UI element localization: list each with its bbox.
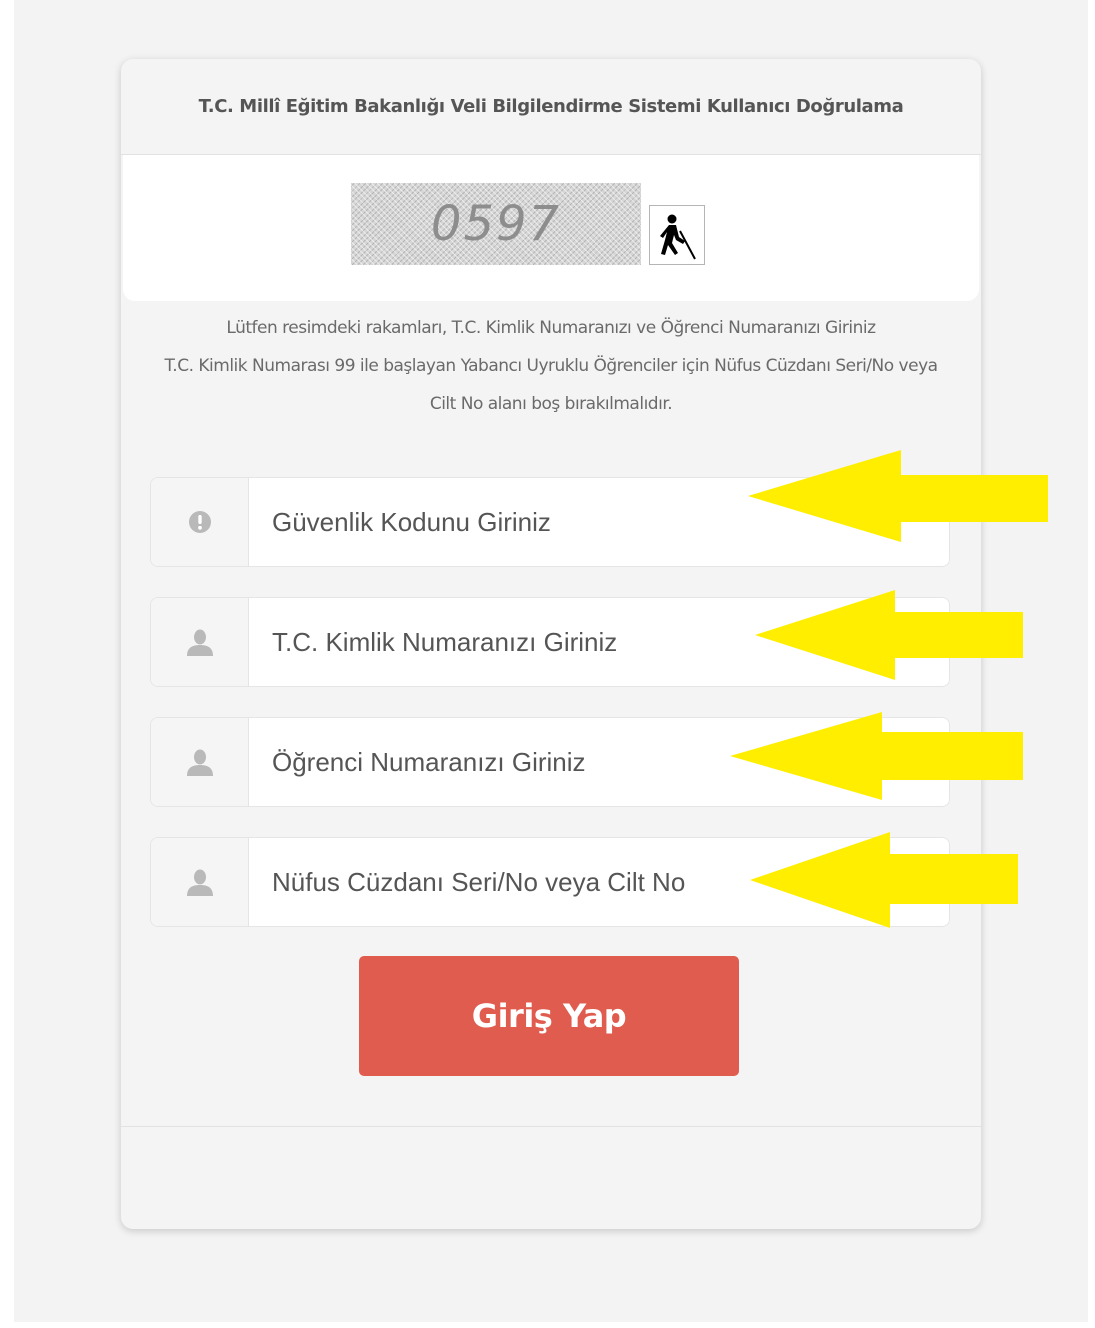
captcha-panel: 0597 — [123, 155, 979, 301]
left-arrow-icon — [748, 450, 1048, 542]
login-button[interactable]: Giriş Yap — [359, 956, 739, 1076]
user-icon — [151, 718, 249, 806]
user-icon — [151, 598, 249, 686]
exclamation-circle-icon — [151, 478, 249, 566]
page-title: T.C. Millî Eğitim Bakanlığı Veli Bilgile… — [121, 59, 981, 155]
instructions-line-2: T.C. Kimlik Numarası 99 ile başlayan Yab… — [164, 356, 938, 414]
user-icon — [151, 838, 249, 926]
left-arrow-icon — [730, 712, 1023, 800]
accessibility-blind-icon[interactable] — [649, 205, 705, 265]
instructions-line-1: Lütfen resimdeki rakamları, T.C. Kimlik … — [226, 318, 876, 338]
captcha-code: 0597 — [430, 196, 562, 252]
left-arrow-icon — [755, 590, 1023, 680]
footer-divider — [121, 1126, 981, 1127]
left-arrow-icon — [750, 832, 1018, 928]
instructions-text: Lütfen resimdeki rakamları, T.C. Kimlik … — [151, 309, 951, 423]
captcha-image: 0597 — [351, 183, 641, 265]
